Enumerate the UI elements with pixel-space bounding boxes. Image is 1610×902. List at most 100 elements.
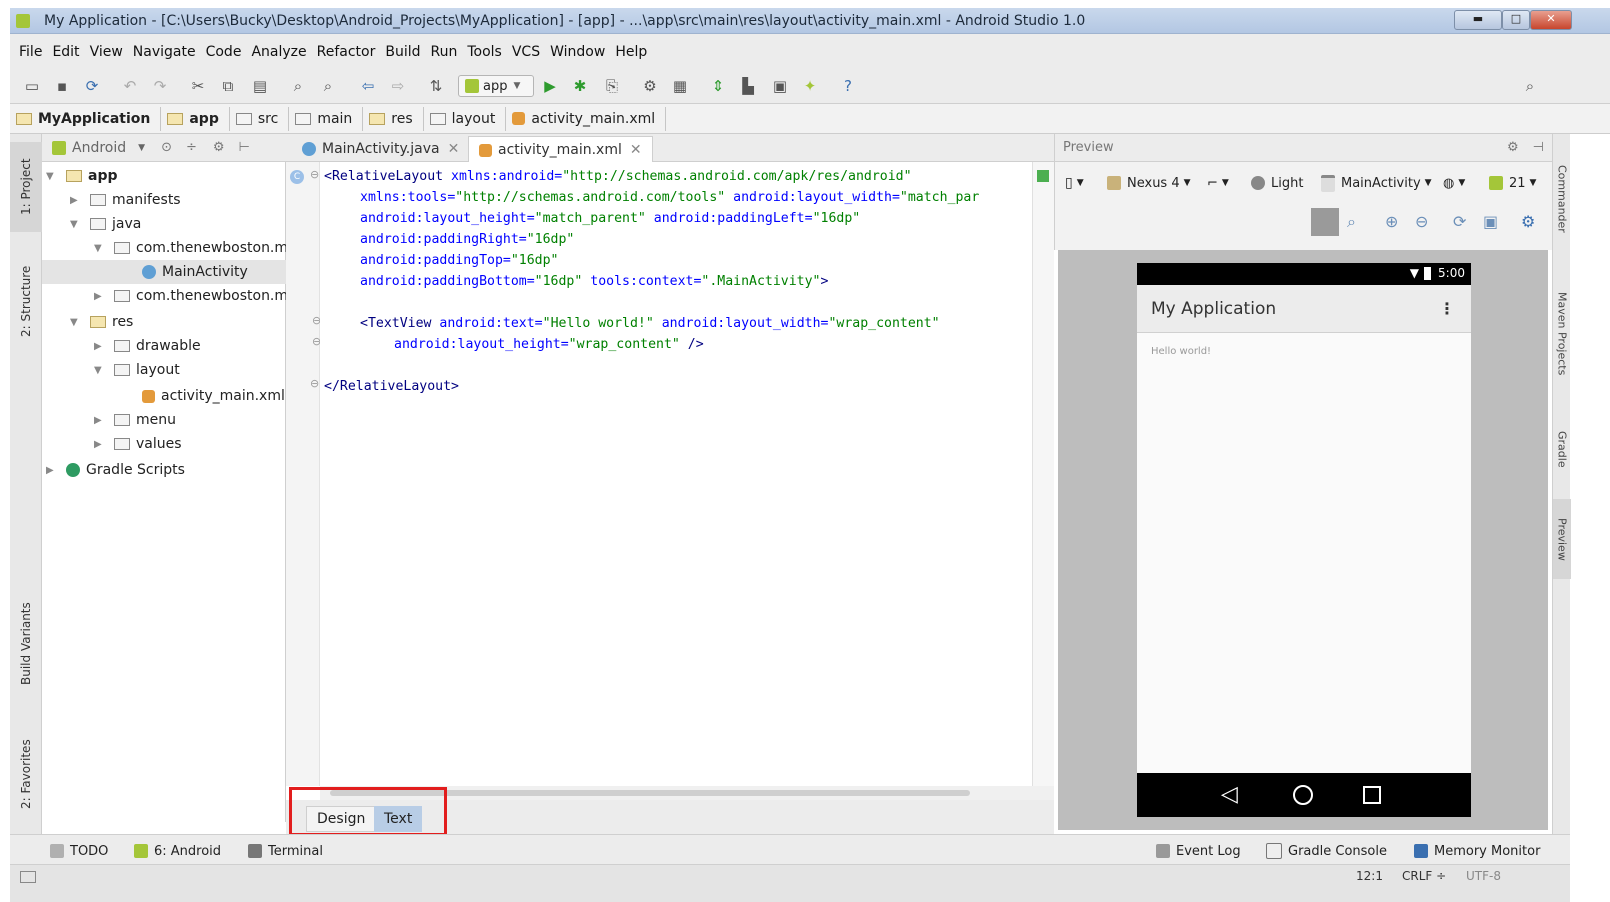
crumb-res[interactable]: res	[369, 106, 424, 131]
orientation-select[interactable]: ⌐ ▼	[1207, 172, 1229, 194]
crumb-main[interactable]: main	[295, 106, 364, 131]
menu-code[interactable]: Code	[206, 44, 242, 60]
open-folder-icon[interactable]: ▭	[22, 76, 42, 96]
project-structure-icon[interactable]: ⚙	[640, 76, 660, 96]
minimize-button[interactable]: ▬	[1454, 10, 1502, 30]
run-config-select[interactable]: app ▼	[458, 75, 534, 97]
tree-node-manifests[interactable]: ▶ manifests	[70, 188, 181, 212]
maven-tool-tab[interactable]: Maven Projects	[1553, 274, 1571, 394]
device-select[interactable]: Nexus 4 ▼	[1107, 172, 1191, 194]
hide-panel-icon[interactable]: ⊣	[1533, 140, 1544, 155]
make-project-icon[interactable]: ⇅	[426, 76, 446, 96]
tree-node-layout[interactable]: ▼ layout	[94, 358, 180, 382]
zoom-out-icon[interactable]: ⊖	[1415, 212, 1428, 231]
hide-panel-icon[interactable]: ⊢	[239, 140, 250, 155]
favorites-tool-tab[interactable]: 2: Favorites	[10, 724, 42, 824]
tab-activity-main-xml[interactable]: activity_main.xml ✕	[468, 136, 653, 163]
chevron-down-icon[interactable]: ▼	[138, 143, 145, 153]
collapse-icon[interactable]: ÷	[186, 140, 197, 155]
gradle-console-button[interactable]: Gradle Console	[1266, 841, 1387, 861]
tree-node-values[interactable]: ▶ values	[94, 432, 182, 456]
menu-run[interactable]: Run	[431, 44, 458, 60]
tree-node-menu[interactable]: ▶ menu	[94, 408, 176, 432]
crumb-file[interactable]: activity_main.xml	[512, 106, 667, 131]
caret-position[interactable]: 12:1	[1356, 869, 1383, 883]
menu-file[interactable]: File	[19, 44, 42, 60]
line-separator[interactable]: CRLF ÷	[1402, 869, 1446, 883]
menu-tools[interactable]: Tools	[467, 44, 502, 60]
tree-node-drawable[interactable]: ▶ drawable	[94, 334, 201, 358]
menu-analyze[interactable]: Analyze	[251, 44, 306, 60]
android-tool-button[interactable]: 6: Android	[134, 841, 221, 861]
crumb-app[interactable]: app	[167, 106, 230, 131]
tree-node-gradle[interactable]: ▶ Gradle Scripts	[46, 458, 185, 482]
back-icon[interactable]: ⇦	[358, 76, 378, 96]
tree-node-activity-main[interactable]: activity_main.xml	[142, 384, 285, 408]
forward-icon[interactable]: ⇨	[388, 76, 408, 96]
android-device-icon[interactable]: ✦	[800, 76, 820, 96]
build-variants-tool-tab[interactable]: Build Variants	[10, 584, 42, 704]
file-encoding[interactable]: UTF-8	[1466, 869, 1501, 883]
replace-icon[interactable]: ⌕	[318, 76, 338, 96]
tree-node-mainactivity[interactable]: MainActivity	[42, 260, 286, 284]
crumb-src[interactable]: src	[235, 106, 290, 131]
monitor-icon[interactable]: ▣	[770, 76, 790, 96]
tree-node-package-test[interactable]: ▶ com.thenewboston.m	[94, 284, 288, 308]
locale-select[interactable]: ◍ ▼	[1443, 172, 1465, 194]
search-icon[interactable]: ⌕	[1520, 76, 1540, 96]
menu-help[interactable]: Help	[615, 44, 647, 60]
todo-tool-button[interactable]: TODO	[50, 841, 108, 861]
gear-icon[interactable]: ⚙	[213, 140, 225, 155]
paste-icon[interactable]: ▤	[250, 76, 270, 96]
terminal-tool-button[interactable]: Terminal	[248, 841, 323, 861]
inspection-ok-icon[interactable]	[1037, 170, 1049, 182]
event-log-button[interactable]: Event Log	[1156, 841, 1241, 861]
maximize-button[interactable]: □	[1502, 10, 1530, 30]
redo-icon[interactable]: ↷	[150, 76, 170, 96]
menu-vcs[interactable]: VCS	[512, 44, 540, 60]
menu-edit[interactable]: Edit	[52, 44, 79, 60]
api-level-select[interactable]: 21 ▼	[1489, 172, 1536, 194]
editor-vertical-scrollbar[interactable]	[1032, 162, 1054, 786]
tree-node-java[interactable]: ▼ java	[70, 212, 141, 236]
tree-node-package[interactable]: ▼ com.thenewboston.m	[94, 236, 288, 260]
menu-refactor[interactable]: Refactor	[317, 44, 376, 60]
cut-icon[interactable]: ✂	[188, 76, 208, 96]
zoom-in-icon[interactable]: ⊕	[1385, 212, 1398, 231]
gear-icon[interactable]: ⚙	[1507, 140, 1519, 155]
close-tab-icon[interactable]: ✕	[448, 141, 460, 157]
help-icon[interactable]: ?	[838, 76, 858, 96]
fold-end-icon[interactable]: ⊖	[310, 377, 319, 390]
attach-debugger-icon[interactable]: ⎘	[602, 76, 622, 96]
theme-select[interactable]: Light	[1251, 172, 1303, 194]
commander-tool-tab[interactable]: Commander	[1553, 144, 1571, 254]
refresh-icon[interactable]: ⟳	[1453, 212, 1466, 231]
menu-navigate[interactable]: Navigate	[133, 44, 196, 60]
settings-icon[interactable]: ⚙	[1521, 212, 1535, 231]
find-icon[interactable]: ⌕	[288, 76, 308, 96]
tree-node-res[interactable]: ▼ res	[70, 310, 133, 334]
close-window-button[interactable]: ✕	[1530, 10, 1572, 30]
tree-node-app[interactable]: ▼ app	[46, 164, 118, 188]
sync-icon[interactable]: ⟳	[82, 76, 102, 96]
toggle-tool-windows-icon[interactable]	[20, 871, 36, 883]
zoom-actual-icon[interactable]: ⌕	[1347, 212, 1356, 232]
menu-view[interactable]: View	[90, 44, 123, 60]
menu-build[interactable]: Build	[385, 44, 420, 60]
menu-window[interactable]: Window	[550, 44, 605, 60]
crumb-layout[interactable]: layout	[429, 106, 507, 131]
tab-mainactivity-java[interactable]: MainActivity.java ✕	[292, 136, 469, 162]
debug-icon[interactable]: ✱	[570, 76, 590, 96]
context-class-icon[interactable]: C	[290, 170, 304, 184]
sdk-manager-icon[interactable]: ▦	[670, 76, 690, 96]
activity-select[interactable]: MainActivity ▼	[1321, 172, 1432, 194]
undo-icon[interactable]: ↶	[120, 76, 140, 96]
screenshot-icon[interactable]: ▣	[1483, 212, 1498, 231]
save-icon[interactable]: ▪	[52, 76, 72, 96]
crumb-project[interactable]: MyApplication	[16, 106, 162, 131]
copy-icon[interactable]: ⧉	[218, 76, 238, 96]
project-tool-tab[interactable]: 1: Project	[10, 142, 42, 232]
project-view-select[interactable]: Android	[72, 140, 126, 156]
code-editor[interactable]: <RelativeLayout xmlns:android="http://sc…	[320, 162, 1032, 786]
run-icon[interactable]: ▶	[540, 76, 560, 96]
